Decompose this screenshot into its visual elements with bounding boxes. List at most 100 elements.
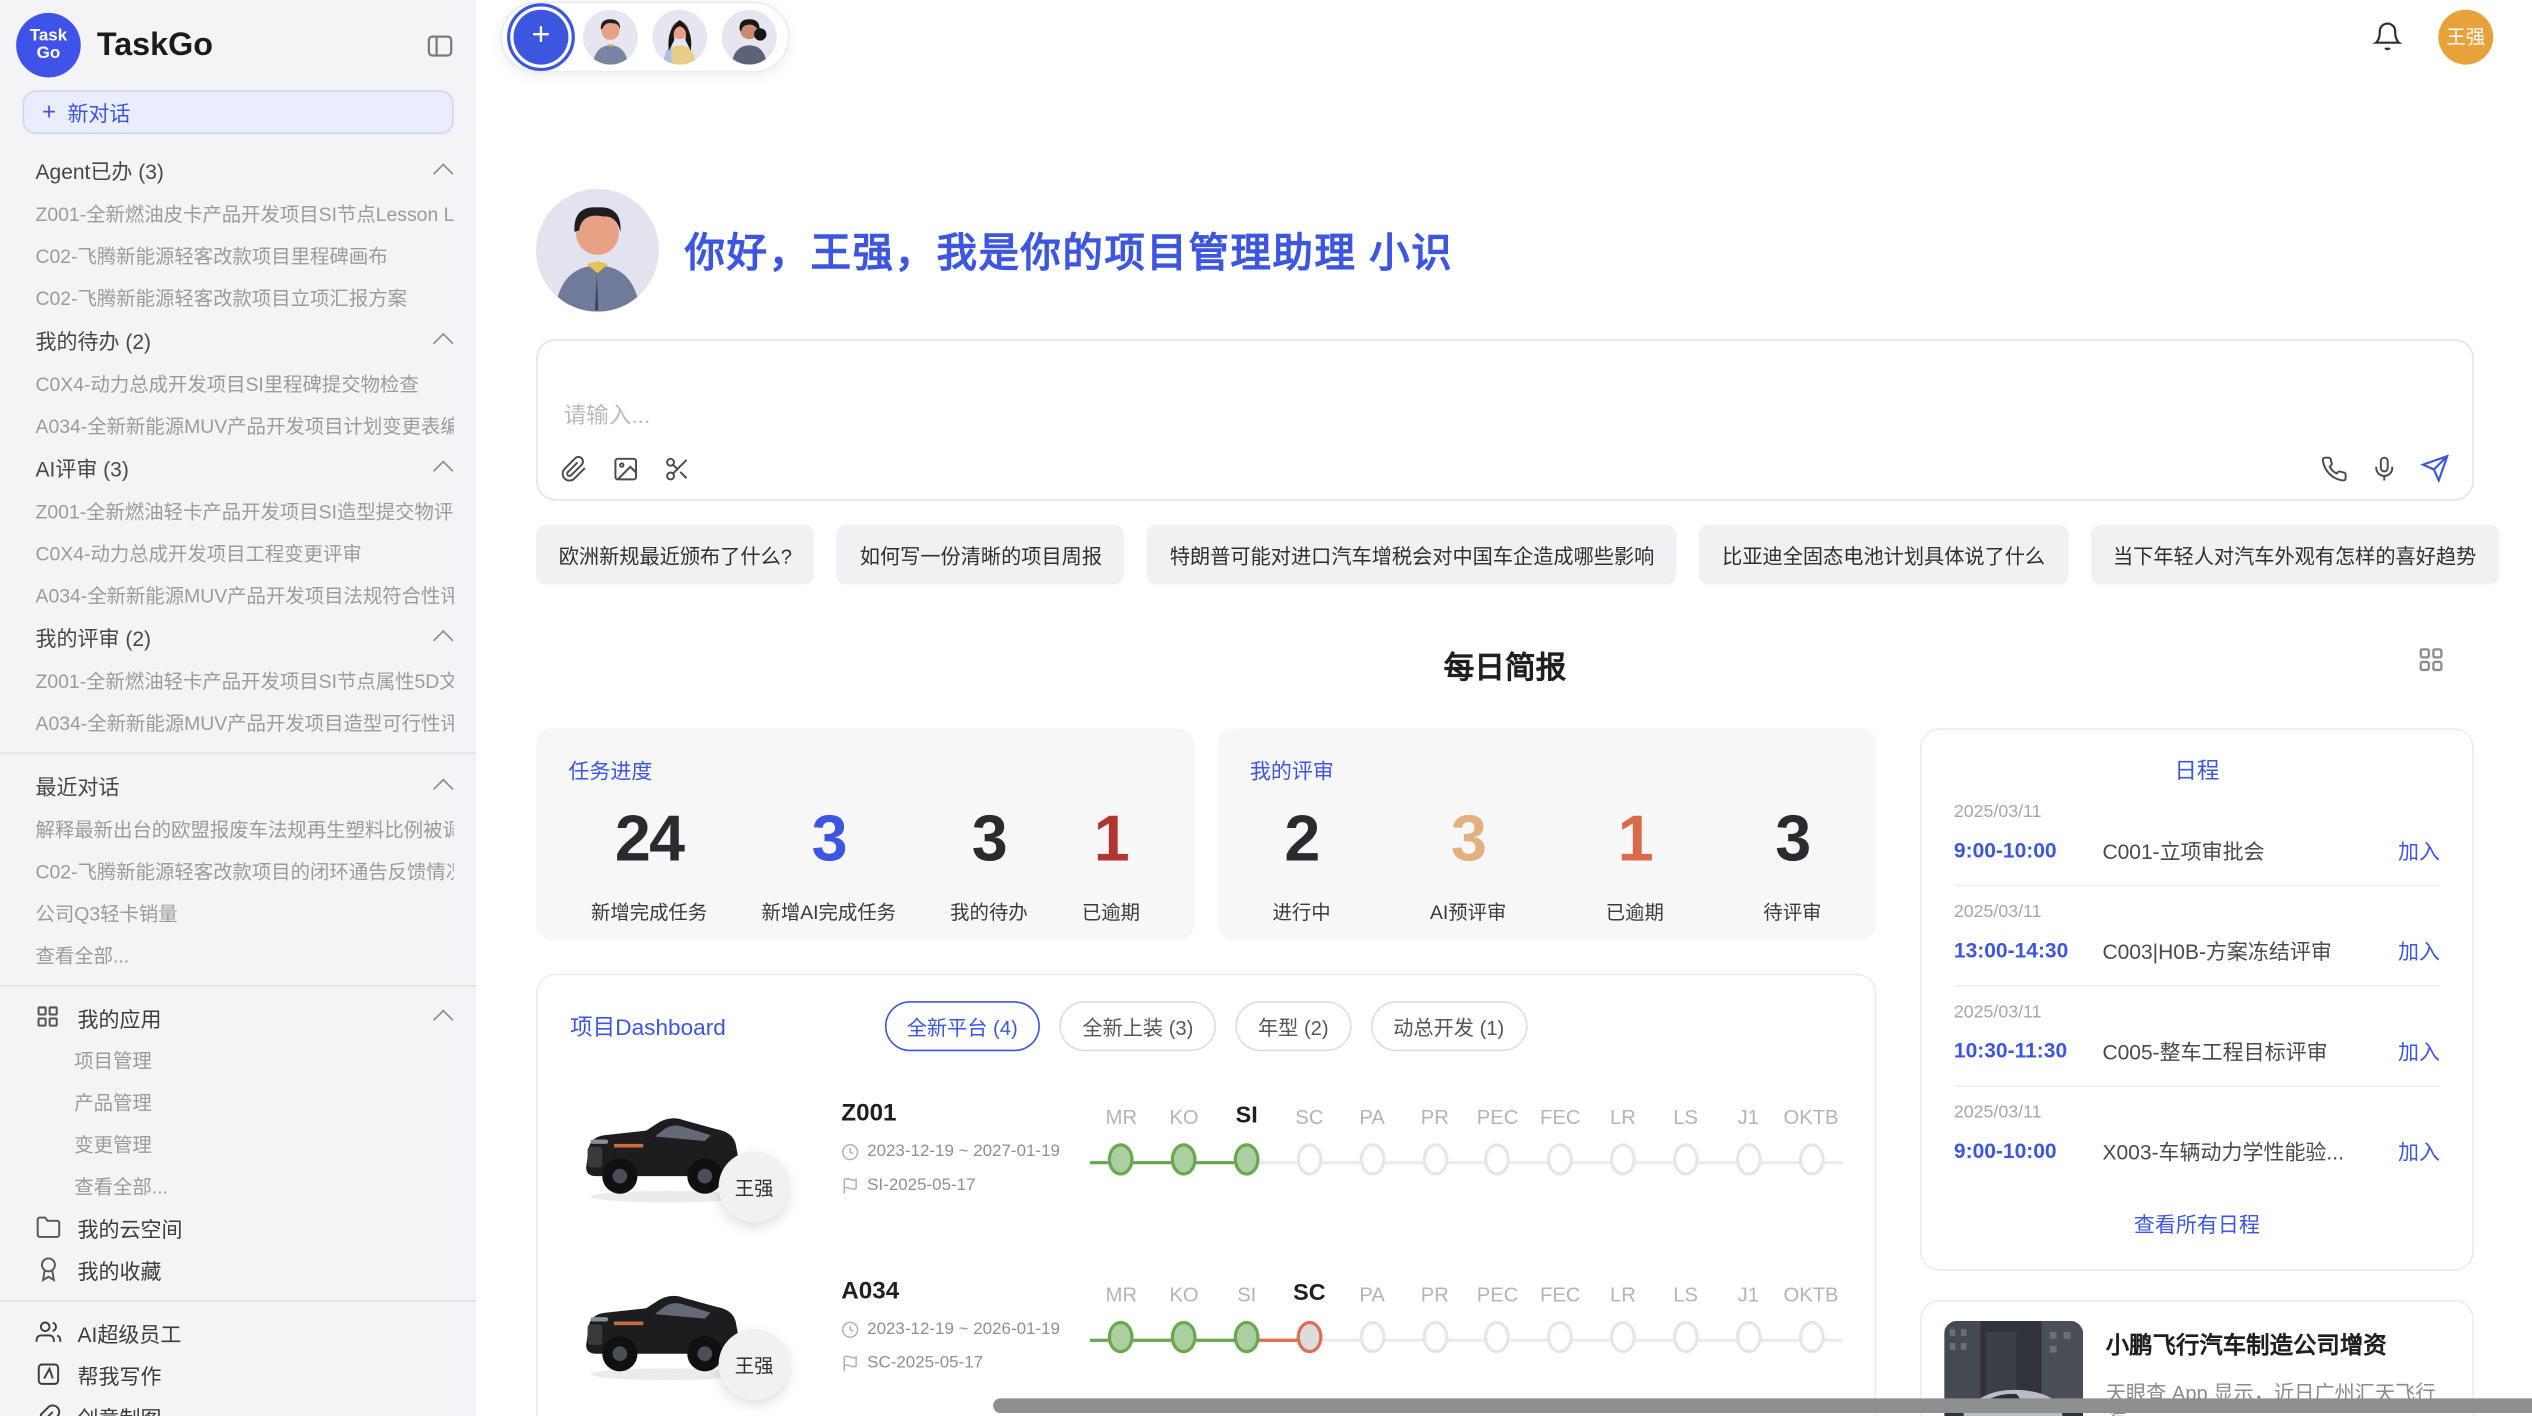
suggestion-chip[interactable]: 欧洲新规最近颁布了什么?: [536, 525, 814, 585]
stat-label: 已逾期: [1082, 898, 1140, 925]
chat-input[interactable]: 请输入...: [536, 339, 2474, 500]
sidebar-section-header[interactable]: 我的待办 (2): [36, 318, 454, 362]
project-owner-badge: 王强: [719, 1151, 790, 1222]
agent-avatar-3[interactable]: [722, 9, 777, 64]
recent-conversation-item[interactable]: 公司Q3轻卡销量: [36, 891, 454, 933]
sidebar-item-my-apps[interactable]: 我的应用: [36, 996, 454, 1038]
milestone-label: OKTB: [1784, 1277, 1839, 1306]
milestone: J1: [1717, 1277, 1780, 1406]
sidebar-item[interactable]: A034-全新新能源MUV产品开发项目造型可行性评审: [36, 701, 454, 743]
milestone-node: [1297, 1321, 1323, 1353]
suggestion-chip[interactable]: 如何写一份清晰的项目周报: [837, 525, 1124, 585]
milestone-label: PR: [1421, 1100, 1449, 1129]
app-item[interactable]: 变更管理: [36, 1122, 454, 1164]
layout-grid-icon[interactable]: [2417, 646, 2444, 673]
new-chat-button[interactable]: + 新对话: [23, 90, 454, 134]
milestone: LR: [1592, 1277, 1655, 1406]
scissors-icon[interactable]: [664, 455, 691, 482]
project-milestone-note: SI-2025-05-17: [867, 1176, 975, 1195]
news-title: 小鹏飞行汽车制造公司增资: [2106, 1327, 2450, 1361]
recent-conversation-item[interactable]: 解释最新出台的欧盟报废车法规再生塑料比例被调至15%...: [36, 807, 454, 849]
view-all-apps[interactable]: 查看全部...: [36, 1164, 454, 1206]
notification-bell-icon[interactable]: [2372, 21, 2403, 52]
stat: 2进行中: [1272, 801, 1330, 925]
sidebar-item[interactable]: C02-飞腾新能源轻客改款项目里程碑画布: [36, 234, 454, 276]
truck-image: [570, 1090, 841, 1209]
join-meeting-link[interactable]: 加入: [2398, 1135, 2440, 1166]
view-all-conversations[interactable]: 查看全部...: [36, 933, 454, 975]
recent-conversation-item[interactable]: C02-飞腾新能源轻客改款项目的闭环通告反馈情况: [36, 849, 454, 891]
stat-card: 任务进度24新增完成任务3新增AI完成任务3我的待办1已逾期: [536, 728, 1195, 940]
agent-avatar-2[interactable]: [652, 9, 707, 64]
send-icon[interactable]: [2421, 454, 2450, 483]
image-icon[interactable]: [612, 455, 639, 482]
sidebar: TaskGo TaskGo + 新对话 Agent已办 (3)Z001-全新燃油…: [0, 0, 476, 1416]
sidebar-item-ai-super-staff[interactable]: AI超级员工: [36, 1311, 454, 1353]
dashboard-tab[interactable]: 全新平台 (4): [884, 1001, 1040, 1051]
sidebar-item-help-me-write[interactable]: 帮我写作: [36, 1353, 454, 1395]
greeting: 你好，王强，我是你的项目管理助理 小识: [536, 189, 2474, 312]
project-name: Z001: [841, 1100, 1083, 1127]
new-agent-button[interactable]: +: [514, 9, 569, 64]
sidebar-item[interactable]: Z001-全新燃油轻卡产品开发项目SI造型提交物评审: [36, 489, 454, 531]
sidebar-item[interactable]: Z001-全新燃油轻卡产品开发项目SI节点属性5D文件评审: [36, 659, 454, 701]
sidebar-section-recent[interactable]: 最近对话: [36, 764, 454, 808]
milestone-node: [1108, 1321, 1134, 1353]
stat: 3待评审: [1763, 801, 1821, 925]
milestone-node: [1485, 1321, 1511, 1353]
milestone-node: [1234, 1143, 1260, 1175]
schedule-date: 2025/03/11: [1954, 1003, 2440, 1022]
project-row[interactable]: 王强 Z001 2023-12-19 ~ 2027-01-19 SI-2025-…: [570, 1090, 1842, 1229]
sidebar-item[interactable]: C0X4-动力总成开发项目SI里程碑提交物检查: [36, 362, 454, 404]
sidebar-item[interactable]: Z001-全新燃油皮卡产品开发项目SI节点Lesson Learn报告: [36, 192, 454, 234]
sidebar-item-cloud-space[interactable]: 我的云空间: [36, 1206, 454, 1248]
attachment-icon[interactable]: [560, 455, 587, 482]
milestone-label: PA: [1359, 1277, 1384, 1306]
dashboard-tab[interactable]: 全新上装 (3): [1060, 1001, 1216, 1051]
users-icon: [36, 1319, 62, 1345]
chevron-up-icon: [433, 332, 454, 353]
join-meeting-link[interactable]: 加入: [2398, 835, 2440, 866]
schedule-time: 9:00-10:00: [1954, 1138, 2103, 1162]
sidebar-item-favorites[interactable]: 我的收藏: [36, 1248, 454, 1290]
app-item[interactable]: 项目管理: [36, 1038, 454, 1080]
milestone-label: SI: [1237, 1277, 1256, 1306]
user-avatar[interactable]: 王强: [2438, 9, 2493, 64]
milestone-node: [1171, 1143, 1197, 1175]
flag-icon: [841, 1354, 859, 1372]
milestone-label: SI: [1236, 1100, 1258, 1129]
join-meeting-link[interactable]: 加入: [2398, 1035, 2440, 1066]
divider: [0, 752, 476, 754]
milestone-node: [1234, 1321, 1260, 1353]
milestone-label: LR: [1610, 1100, 1636, 1129]
suggestion-chip[interactable]: 当下年轻人对汽车外观有怎样的喜好趋势: [2090, 525, 2499, 585]
project-milestone-note: SC-2025-05-17: [867, 1353, 983, 1372]
sidebar-collapse-icon[interactable]: [423, 28, 457, 62]
sidebar-section-header[interactable]: Agent已办 (3): [36, 149, 454, 193]
suggestion-chip[interactable]: 特朗普可能对进口汽车增税会对中国车企造成哪些影响: [1147, 525, 1677, 585]
schedule-card: 日程 2025/03/11 9:00-10:00 C001-立项审批会 加入 2…: [1920, 728, 2474, 1271]
sidebar-item[interactable]: A034-全新新能源MUV产品开发项目计划变更表编写: [36, 404, 454, 446]
milestone-node: [1547, 1143, 1573, 1175]
project-row[interactable]: 王强 A034 2023-12-19 ~ 2026-01-19 SC-2025-…: [570, 1268, 1842, 1407]
dashboard-tab[interactable]: 动总开发 (1): [1371, 1001, 1527, 1051]
milestone-node: [1171, 1321, 1197, 1353]
phone-icon[interactable]: [2320, 455, 2347, 482]
milestone: SI: [1215, 1277, 1278, 1406]
sidebar-item-creative-drawing[interactable]: 创意制图: [36, 1395, 454, 1416]
milestone-label: LS: [1673, 1100, 1698, 1129]
suggestion-chip[interactable]: 比亚迪全固态电池计划具体说了什么: [1700, 525, 2068, 585]
mic-icon[interactable]: [2371, 455, 2398, 482]
sidebar-section-header[interactable]: AI评审 (3): [36, 446, 454, 490]
view-all-schedules-link[interactable]: 查看所有日程: [2124, 1206, 2269, 1240]
sidebar-item[interactable]: C0X4-动力总成开发项目工程变更评审: [36, 531, 454, 573]
join-meeting-link[interactable]: 加入: [2398, 935, 2440, 966]
divider: [0, 985, 476, 987]
sidebar-item[interactable]: A034-全新新能源MUV产品开发项目法规符合性评审: [36, 573, 454, 615]
app-item[interactable]: 产品管理: [36, 1080, 454, 1122]
dashboard-tab[interactable]: 年型 (2): [1235, 1001, 1351, 1051]
sidebar-item[interactable]: C02-飞腾新能源轻客改款项目立项汇报方案: [36, 276, 454, 318]
sidebar-section-header[interactable]: 我的评审 (2): [36, 615, 454, 659]
main-content: 你好，王强，我是你的项目管理助理 小识 请输入...: [476, 73, 2532, 1416]
agent-avatar-1[interactable]: [583, 9, 638, 64]
